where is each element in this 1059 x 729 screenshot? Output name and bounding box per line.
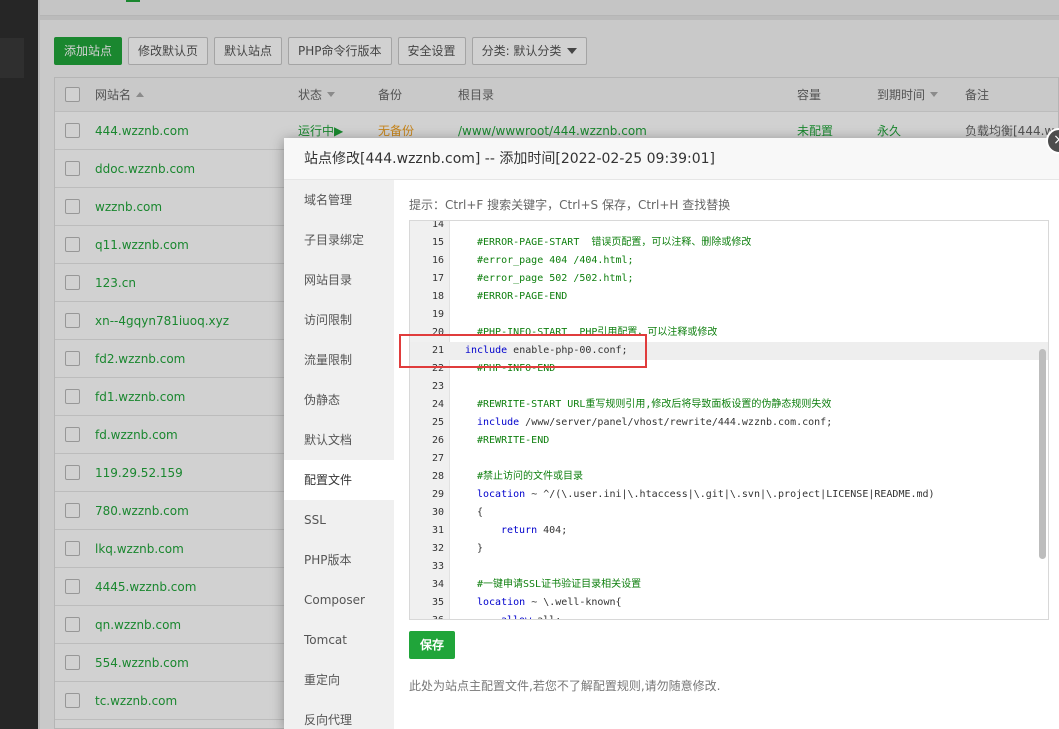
code-text: } bbox=[477, 543, 484, 554]
code-line[interactable]: 16 #error_page 404 /404.html; bbox=[410, 252, 1048, 270]
nav-item[interactable]: 子目录绑定 bbox=[284, 220, 394, 260]
line-number: 31 bbox=[431, 525, 444, 536]
code-text: #error_page 502 /502.html; bbox=[477, 273, 634, 284]
nav-item[interactable]: PHP版本 bbox=[284, 540, 394, 580]
code-text: { bbox=[477, 507, 484, 518]
code-text: #REWRITE-END bbox=[477, 435, 550, 446]
modal-nav: 域名管理 子目录绑定 网站目录 访问限制 流量限制 伪静态 默认文档 配置文件 SSL PHP版本… bbox=[284, 180, 394, 729]
code-text: location ~ ^/(\.user.ini|\.htaccess|\.gi… bbox=[477, 489, 935, 500]
nav-item[interactable]: 重定向 bbox=[284, 660, 394, 700]
nav-item[interactable]: 流量限制 bbox=[284, 340, 394, 380]
code-text: location ~ \.well-known{ bbox=[477, 597, 622, 608]
code-line[interactable]: 26 #REWRITE-END bbox=[410, 432, 1048, 450]
line-number: 30 bbox=[431, 507, 444, 518]
code-line[interactable]: 15 #ERROR-PAGE-START 错误页配置，可以注释、删除或修改 bbox=[410, 234, 1048, 252]
nav-item[interactable]: Tomcat bbox=[284, 620, 394, 660]
code-lines[interactable]: 14 15 #ERROR-PAGE-START 错误页配置，可以注释、删除或修改 16… bbox=[410, 220, 1048, 619]
nav-item[interactable]: 配置文件 bbox=[284, 460, 394, 500]
code-line[interactable]: 36 allow all; bbox=[410, 612, 1048, 619]
code-line[interactable]: 17 #error_page 502 /502.html; bbox=[410, 270, 1048, 288]
code-line[interactable]: 33 bbox=[410, 558, 1048, 576]
line-number: 26 bbox=[431, 435, 444, 446]
line-number: 17 bbox=[431, 273, 444, 284]
nav-item[interactable]: 网站目录 bbox=[284, 260, 394, 300]
line-number: 35 bbox=[431, 597, 444, 608]
config-editor[interactable]: 14 15 #ERROR-PAGE-START 错误页配置，可以注释、删除或修改 16… bbox=[409, 220, 1049, 620]
line-number: 33 bbox=[431, 561, 444, 572]
nav-item[interactable]: Composer bbox=[284, 580, 394, 620]
modal-body: 提示：Ctrl+F 搜索关键字，Ctrl+S 保存，Ctrl+H 查找替换 14… bbox=[394, 180, 1059, 729]
code-line[interactable]: 35 location ~ \.well-known{ bbox=[410, 594, 1048, 612]
code-text: include /www/server/panel/vhost/rewrite/… bbox=[477, 417, 833, 428]
shortcut-tip: 提示：Ctrl+F 搜索关键字，Ctrl+S 保存，Ctrl+H 查找替换 bbox=[409, 198, 731, 212]
code-line[interactable]: 14 bbox=[410, 220, 1048, 234]
code-line[interactable]: 34 #一键申请SSL证书验证目录相关设置 bbox=[410, 576, 1048, 594]
line-number: 16 bbox=[431, 255, 444, 266]
code-line[interactable]: 19 bbox=[410, 306, 1048, 324]
line-number: 29 bbox=[431, 489, 444, 500]
nav-item[interactable]: 默认文档 bbox=[284, 420, 394, 460]
editor-scrollbar[interactable] bbox=[1039, 349, 1046, 559]
line-number: 34 bbox=[431, 579, 444, 590]
code-line[interactable]: 31 return 404; bbox=[410, 522, 1048, 540]
nav-item[interactable]: 伪静态 bbox=[284, 380, 394, 420]
line-number: 27 bbox=[431, 453, 444, 464]
save-button[interactable]: 保存 bbox=[409, 631, 455, 659]
code-line[interactable]: 24 #REWRITE-START URL重写规则引用,修改后将导致面板设置的伪静… bbox=[410, 396, 1048, 414]
code-text: #error_page 404 /404.html; bbox=[477, 255, 634, 266]
code-line[interactable]: 30 { bbox=[410, 504, 1048, 522]
code-line[interactable]: 32} bbox=[410, 540, 1048, 558]
nav-item[interactable]: 域名管理 bbox=[284, 180, 394, 220]
line-number: 24 bbox=[431, 399, 444, 410]
line-number: 36 bbox=[410, 612, 444, 619]
line-number: 32 bbox=[431, 543, 444, 554]
code-text: #ERROR-PAGE-END bbox=[477, 291, 568, 302]
code-line[interactable]: 25 include /www/server/panel/vhost/rewrit… bbox=[410, 414, 1048, 432]
code-text: #REWRITE-START URL重写规则引用,修改后将导致面板设置的伪静态规… bbox=[477, 399, 832, 410]
site-edit-modal: × 站点修改[444.wzznb.com] -- 添加时间[2022-02-25… bbox=[284, 128, 1059, 729]
line-number: 18 bbox=[431, 291, 444, 302]
line-number: 23 bbox=[431, 381, 444, 392]
nav-item[interactable]: 访问限制 bbox=[284, 300, 394, 340]
code-text: return 404; bbox=[501, 525, 568, 536]
code-line[interactable]: 18 #ERROR-PAGE-END bbox=[410, 288, 1048, 306]
config-footnote: 此处为站点主配置文件,若您不了解配置规则,请勿随意修改. bbox=[409, 679, 721, 693]
line-number: 28 bbox=[431, 471, 444, 482]
code-text: #ERROR-PAGE-START 错误页配置，可以注释、删除或修改 bbox=[477, 237, 752, 248]
code-line[interactable]: 23 bbox=[410, 378, 1048, 396]
line-number: 15 bbox=[431, 237, 444, 248]
code-text: #禁止访问的文件或目录 bbox=[477, 471, 584, 482]
code-line[interactable]: 28 #禁止访问的文件或目录 bbox=[410, 468, 1048, 486]
highlight-annotation bbox=[399, 334, 647, 368]
code-line[interactable]: 29 location ~ ^/(\.user.ini|\.htaccess|\.… bbox=[410, 486, 1048, 504]
line-number: 14 bbox=[431, 220, 444, 230]
code-text: allow all; bbox=[501, 612, 561, 619]
nav-item[interactable]: SSL bbox=[284, 500, 394, 540]
modal-title: 站点修改[444.wzznb.com] -- 添加时间[2022-02-25 0… bbox=[284, 138, 1059, 180]
nav-item[interactable]: 反向代理 bbox=[284, 700, 394, 729]
code-line[interactable]: 27 bbox=[410, 450, 1048, 468]
line-number: 25 bbox=[431, 417, 444, 428]
line-number: 19 bbox=[431, 309, 444, 320]
code-text: #一键申请SSL证书验证目录相关设置 bbox=[477, 579, 642, 590]
